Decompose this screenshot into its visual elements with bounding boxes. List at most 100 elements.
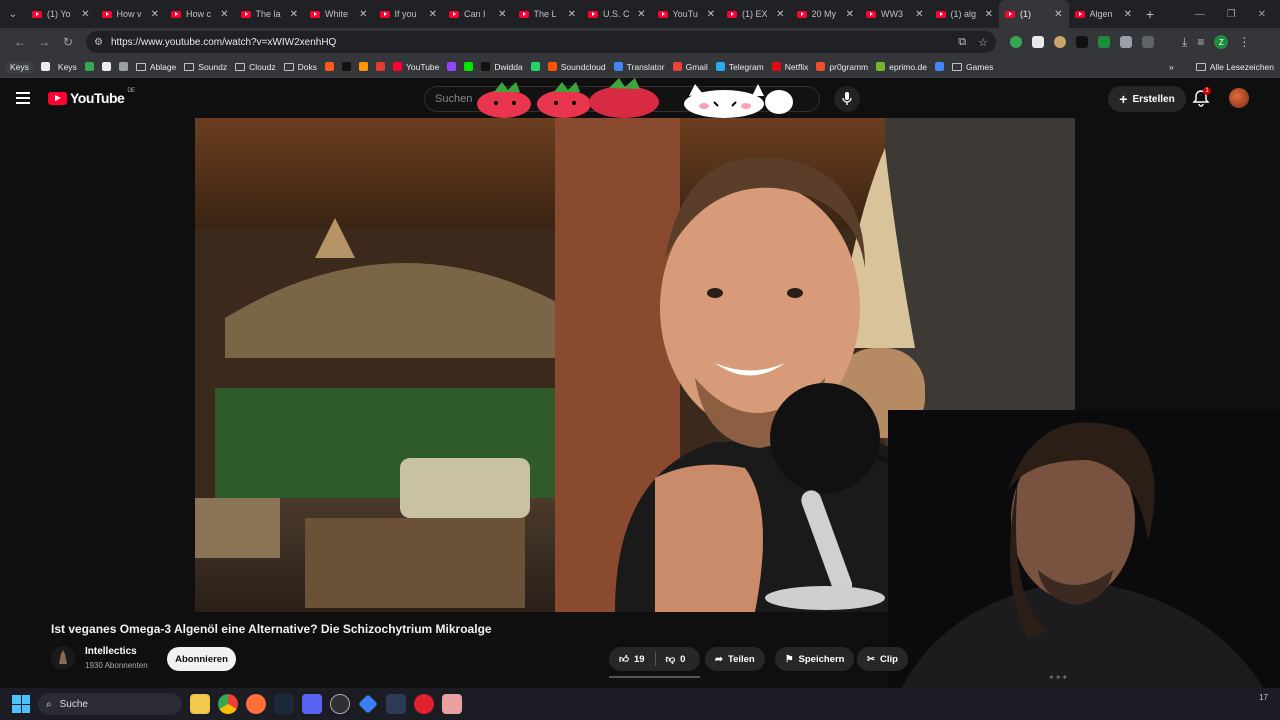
- tab-close-icon[interactable]: ✕: [846, 9, 854, 20]
- tab-close-icon[interactable]: ✕: [568, 9, 576, 20]
- user-avatar[interactable]: [1229, 88, 1249, 108]
- back-button[interactable]: ←: [8, 35, 32, 49]
- browser-tab[interactable]: White ✕: [304, 0, 374, 28]
- tab-close-icon[interactable]: ✕: [637, 9, 645, 20]
- bookmark-item[interactable]: Ablage: [135, 62, 176, 72]
- bookmark-item[interactable]: [324, 62, 334, 71]
- bookmark-item[interactable]: [101, 62, 111, 71]
- bookmark-item[interactable]: Games: [951, 62, 993, 72]
- url-text[interactable]: https://www.youtube.com/watch?v=xWIW2xen…: [111, 37, 336, 48]
- create-button[interactable]: + Erstellen: [1108, 86, 1186, 112]
- firefox-icon[interactable]: [246, 694, 266, 714]
- dislike-button[interactable]: 👎︎ 0: [656, 647, 696, 671]
- image-app-icon[interactable]: [442, 694, 462, 714]
- bookmark-item[interactable]: Telegram: [715, 62, 764, 72]
- extension-box-icon[interactable]: [1032, 36, 1044, 48]
- bookmark-item[interactable]: [447, 62, 457, 71]
- bookmark-item[interactable]: Keys: [58, 62, 77, 72]
- browser-tab[interactable]: (1) EX ✕: [721, 0, 791, 28]
- tab-close-icon[interactable]: ✕: [1054, 9, 1062, 20]
- bookmark-item[interactable]: Doks: [283, 62, 317, 72]
- browser-tab[interactable]: The L ✕: [513, 0, 583, 28]
- menu-icon[interactable]: [16, 92, 30, 104]
- bookmark-item[interactable]: YouTube: [392, 62, 439, 72]
- tab-close-icon[interactable]: ✕: [1124, 9, 1132, 20]
- browser-tab[interactable]: (1) alg ✕: [930, 0, 1000, 28]
- bookmark-item[interactable]: Dwidda: [481, 62, 523, 72]
- channel-name[interactable]: Intellectics: [85, 646, 137, 657]
- tab-close-icon[interactable]: ✕: [81, 9, 89, 20]
- close-window-button[interactable]: ✕: [1258, 9, 1266, 20]
- browser-tab[interactable]: (1) ✕: [999, 0, 1069, 28]
- youtube-logo[interactable]: YouTube DE: [48, 88, 135, 106]
- extension-cookie-icon[interactable]: [1054, 36, 1066, 48]
- windows-start-icon[interactable]: [12, 695, 30, 713]
- browser-tab[interactable]: Can I ✕: [443, 0, 513, 28]
- cast-icon[interactable]: ⧉: [958, 36, 966, 49]
- download-icon[interactable]: ⤓: [1182, 35, 1187, 50]
- minimize-button[interactable]: —: [1195, 9, 1205, 20]
- tab-close-icon[interactable]: ✕: [498, 9, 506, 20]
- save-button[interactable]: ⚑ Speichern: [775, 647, 855, 671]
- browser-tab[interactable]: WW3 ✕: [860, 0, 930, 28]
- bookmark-item[interactable]: [375, 62, 385, 71]
- bookmark-item[interactable]: [464, 62, 474, 71]
- tab-close-icon[interactable]: ✕: [707, 9, 715, 20]
- media-control-icon[interactable]: ≡: [1197, 35, 1204, 49]
- subscribe-button[interactable]: Abonnieren: [167, 647, 236, 671]
- bookmark-item[interactable]: Cloudz: [235, 62, 276, 72]
- bookmark-item[interactable]: [118, 62, 128, 71]
- tab-close-icon[interactable]: ✕: [220, 9, 228, 20]
- file-explorer-icon[interactable]: [190, 694, 210, 714]
- browser-tab[interactable]: How v ✕: [96, 0, 166, 28]
- browser-tab[interactable]: If you ✕: [374, 0, 444, 28]
- tab-close-icon[interactable]: ✕: [429, 9, 437, 20]
- taskbar-search-input[interactable]: ⌕ Suche: [38, 693, 182, 715]
- browser-tab[interactable]: YouTu ✕: [652, 0, 722, 28]
- bookmark-item[interactable]: [358, 62, 368, 71]
- app-diamond-icon[interactable]: [358, 694, 378, 714]
- obs-icon[interactable]: [330, 694, 350, 714]
- browser-tab[interactable]: U.S. C ✕: [582, 0, 652, 28]
- extension-green-icon[interactable]: [1010, 36, 1022, 48]
- bookmark-item[interactable]: Keys: [6, 60, 33, 73]
- browser-tab[interactable]: (1) Yo ✕: [26, 0, 96, 28]
- bookmark-item[interactable]: Gmail: [672, 62, 708, 72]
- tab-close-icon[interactable]: ✕: [985, 9, 993, 20]
- bookmark-star-icon[interactable]: ☆: [978, 36, 988, 49]
- reload-button[interactable]: ↻: [56, 35, 80, 49]
- bookmark-item[interactable]: [934, 62, 944, 71]
- forward-button[interactable]: →: [32, 35, 56, 49]
- bookmark-item[interactable]: eprimo.de: [876, 62, 927, 72]
- steam-icon[interactable]: [274, 694, 294, 714]
- bookmark-item[interactable]: Netflix: [771, 62, 808, 72]
- voice-search-mic-icon[interactable]: [834, 86, 860, 112]
- browser-menu-icon[interactable]: ⋮: [1238, 35, 1250, 49]
- tab-close-icon[interactable]: ✕: [776, 9, 784, 20]
- clip-button[interactable]: ✂ Clip: [857, 647, 908, 671]
- bookmark-item[interactable]: Translator: [613, 62, 665, 72]
- extension-car-icon[interactable]: [1120, 36, 1132, 48]
- opera-icon[interactable]: [414, 694, 434, 714]
- bookmark-item[interactable]: [84, 62, 94, 71]
- browser-tab[interactable]: How c ✕: [165, 0, 235, 28]
- profile-avatar[interactable]: Z: [1214, 35, 1229, 49]
- maximize-button[interactable]: ❐: [1227, 9, 1236, 20]
- site-info-icon[interactable]: ⚙: [94, 37, 103, 48]
- tab-close-icon[interactable]: ✕: [359, 9, 367, 20]
- tab-close-icon[interactable]: ✕: [151, 9, 159, 20]
- all-bookmarks-folder[interactable]: Alle Lesezeichen: [1195, 62, 1274, 72]
- browser-tab[interactable]: 20 My ✕: [791, 0, 861, 28]
- chrome-icon[interactable]: [218, 694, 238, 714]
- new-tab-button[interactable]: +: [1138, 6, 1162, 22]
- discord-icon[interactable]: [302, 694, 322, 714]
- browser-tab[interactable]: The la ✕: [235, 0, 305, 28]
- bookmark-item[interactable]: pr0gramm: [816, 62, 868, 72]
- tab-close-icon[interactable]: ✕: [915, 9, 923, 20]
- extensions-puzzle-icon[interactable]: [1142, 36, 1154, 48]
- tab-close-icon[interactable]: ✕: [290, 9, 298, 20]
- omnibox[interactable]: ⚙ https://www.youtube.com/watch?v=xWIW2x…: [86, 31, 996, 53]
- like-button[interactable]: 👍︎ 19: [609, 647, 655, 671]
- bookmark-item[interactable]: Soundz: [184, 62, 227, 72]
- bookmark-item[interactable]: Soundcloud: [547, 62, 606, 72]
